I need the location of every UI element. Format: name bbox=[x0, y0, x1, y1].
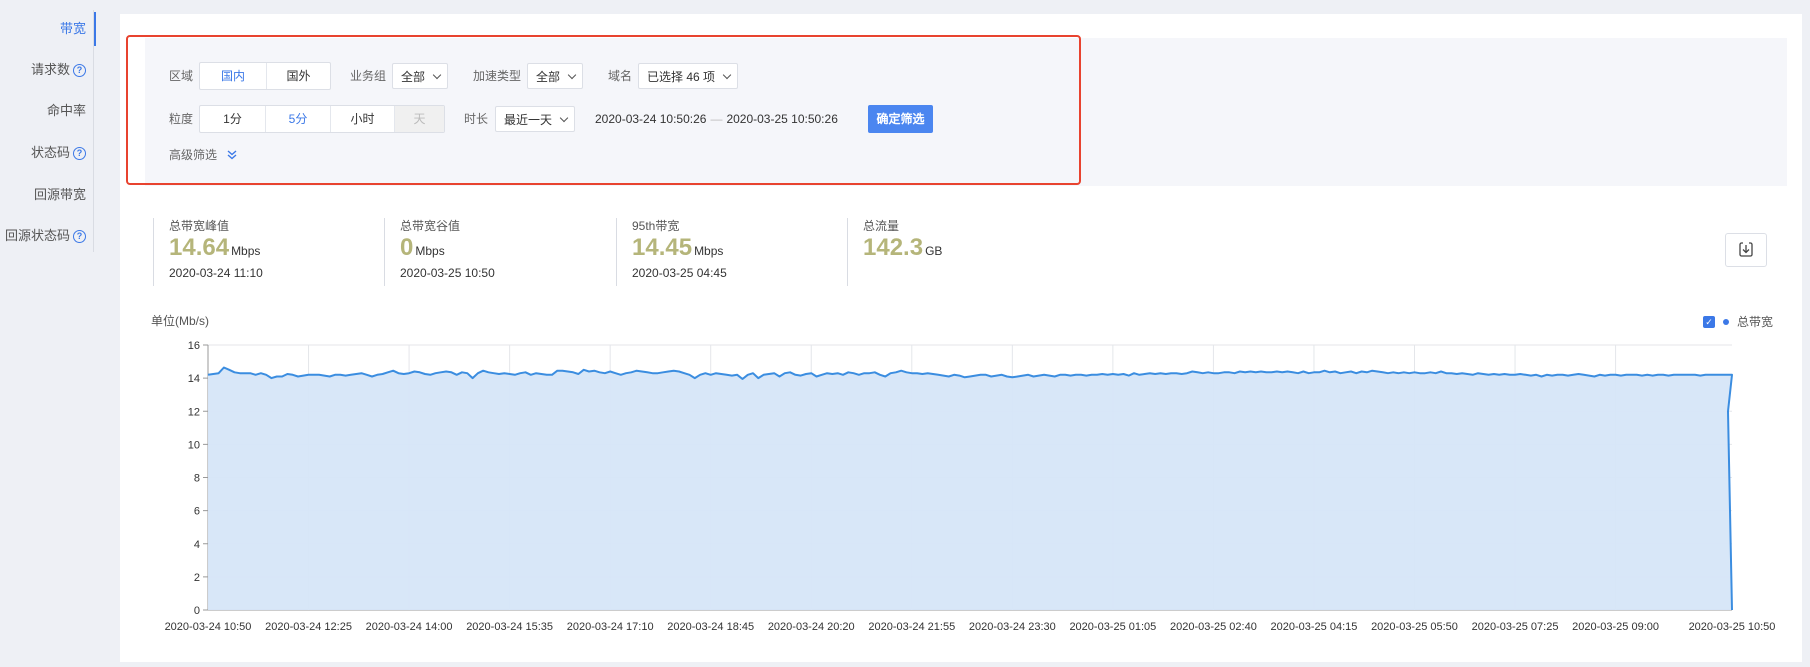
stat-peak-bandwidth: 总带宽峰值 14.64 Mbps 2020-03-24 11:10 bbox=[153, 218, 263, 286]
stat-title: 总流量 bbox=[863, 219, 900, 233]
stat-valley-bandwidth: 总带宽谷值 0 Mbps 2020-03-25 10:50 bbox=[384, 218, 495, 286]
stat-value: 142.3 bbox=[863, 234, 924, 261]
stat-unit: Mbps bbox=[415, 244, 445, 258]
series-area-total-bandwidth bbox=[208, 367, 1732, 610]
stat-95th-bandwidth: 95th带宽 14.45 Mbps 2020-03-25 04:45 bbox=[616, 218, 727, 286]
x-tick-label: 2020-03-25 01:05 bbox=[1069, 621, 1156, 633]
stat-unit: Mbps bbox=[231, 244, 261, 258]
sidebar-item-label: 状态码 bbox=[30, 145, 70, 160]
y-tick-label: 14 bbox=[188, 373, 200, 385]
sidebar-item-label: 命中率 bbox=[46, 103, 86, 118]
stat-title: 总带宽峰值 bbox=[169, 219, 230, 233]
y-tick-label: 10 bbox=[188, 439, 200, 451]
sidebar-item-label: 请求数 bbox=[30, 62, 70, 77]
x-tick-label: 2020-03-24 17:10 bbox=[567, 621, 654, 633]
x-tick-label: 2020-03-25 02:40 bbox=[1170, 621, 1257, 633]
x-tick-label: 2020-03-24 15:35 bbox=[466, 621, 553, 633]
y-tick-label: 4 bbox=[194, 539, 200, 551]
sidebar-item-label: 回源状态码 bbox=[4, 228, 70, 243]
sidebar-rail bbox=[93, 10, 94, 252]
help-icon[interactable]: ? bbox=[73, 229, 86, 243]
y-tick-label: 16 bbox=[188, 340, 200, 352]
sidebar-item-bandwidth[interactable]: 带宽 bbox=[59, 12, 97, 46]
chart-y-unit-label: 单位(Mb/s) bbox=[151, 314, 209, 328]
download-button[interactable] bbox=[1725, 233, 1767, 267]
sidebar-item-status-code[interactable]: 状态码 ? bbox=[31, 142, 86, 164]
stat-time bbox=[863, 264, 942, 282]
stat-time: 2020-03-24 11:10 bbox=[169, 266, 263, 280]
chart-legend-total-bandwidth[interactable]: ✓ 总带宽 bbox=[1703, 313, 1773, 330]
y-tick-label: 0 bbox=[194, 605, 200, 617]
sidebar-item-hit-rate[interactable]: 命中率 bbox=[47, 100, 86, 122]
sidebar-item-label: 带宽 bbox=[59, 21, 86, 36]
download-icon bbox=[1739, 242, 1753, 257]
x-tick-label: 2020-03-24 14:00 bbox=[366, 621, 453, 633]
stat-time: 2020-03-25 10:50 bbox=[400, 266, 495, 280]
x-tick-label: 2020-03-24 12:25 bbox=[265, 621, 352, 633]
sidebar-item-origin-status-code[interactable]: 回源状态码 ? bbox=[5, 225, 86, 247]
filter-highlight-box bbox=[126, 35, 1081, 185]
legend-label: 总带宽 bbox=[1737, 315, 1774, 329]
y-tick-label: 12 bbox=[188, 406, 200, 418]
x-tick-label: 2020-03-24 18:45 bbox=[667, 621, 754, 633]
x-tick-label: 2020-03-24 23:30 bbox=[969, 621, 1056, 633]
y-tick-label: 8 bbox=[194, 473, 200, 485]
sidebar-item-label: 回源带宽 bbox=[33, 187, 86, 202]
stat-value: 14.64 bbox=[169, 234, 230, 261]
stat-unit: GB bbox=[925, 244, 943, 258]
x-tick-label: 2020-03-25 05:50 bbox=[1371, 621, 1458, 633]
help-icon[interactable]: ? bbox=[73, 146, 86, 160]
legend-dot-icon bbox=[1723, 318, 1729, 325]
legend-checkbox[interactable]: ✓ bbox=[1703, 315, 1715, 328]
stat-total-traffic: 总流量 142.3 GB bbox=[847, 218, 942, 286]
x-tick-label: 2020-03-25 04:15 bbox=[1271, 621, 1358, 633]
sidebar-item-requests[interactable]: 请求数 ? bbox=[31, 59, 86, 81]
y-tick-label: 2 bbox=[194, 572, 200, 584]
sidebar-item-origin-bandwidth[interactable]: 回源带宽 bbox=[34, 184, 86, 206]
stat-value: 0 bbox=[400, 234, 414, 261]
x-tick-label: 2020-03-24 20:20 bbox=[768, 621, 855, 633]
stat-unit: Mbps bbox=[694, 244, 724, 258]
y-tick-label: 6 bbox=[194, 506, 200, 518]
x-tick-label: 2020-03-25 10:50 bbox=[1689, 621, 1776, 633]
help-icon[interactable]: ? bbox=[73, 63, 86, 77]
x-tick-label: 2020-03-25 09:00 bbox=[1572, 621, 1659, 633]
stat-title: 总带宽谷值 bbox=[400, 219, 461, 233]
bandwidth-chart: 0 2 4 6 8 10 12 14 16 2020-03-24 10:50 2020-03-24 … bbox=[165, 340, 1776, 633]
x-tick-label: 2020-03-24 10:50 bbox=[165, 621, 252, 633]
stat-time: 2020-03-25 04:45 bbox=[632, 266, 727, 280]
stat-value: 14.45 bbox=[632, 234, 693, 261]
sidebar: 带宽 请求数 ? 命中率 状态码 ? 回源带宽 回源状态码 ? bbox=[0, 0, 97, 667]
stat-title: 95th带宽 bbox=[632, 219, 680, 233]
x-tick-label: 2020-03-24 21:55 bbox=[868, 621, 955, 633]
x-tick-label: 2020-03-25 07:25 bbox=[1472, 621, 1559, 633]
